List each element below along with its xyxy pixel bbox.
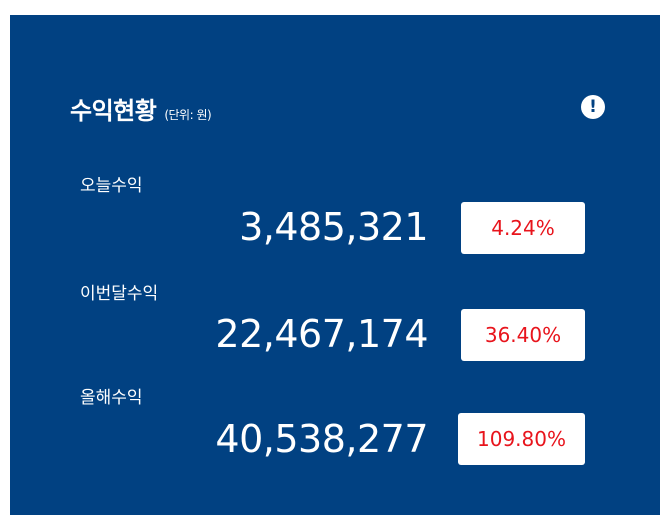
- year-revenue-label: 올해수익: [80, 388, 143, 408]
- year-revenue-value: 40,538,277: [215, 417, 428, 461]
- year-revenue-change-badge: 109.80%: [458, 413, 585, 465]
- month-revenue-label: 이번달수익: [80, 284, 159, 304]
- panel-title: 수익현황: [70, 97, 157, 125]
- month-revenue-change-badge: 36.40%: [461, 309, 585, 361]
- today-revenue-change-badge: 4.24%: [461, 202, 585, 254]
- unit-caption: (단위: 원): [164, 108, 212, 122]
- today-revenue-label: 오늘수익: [80, 176, 143, 196]
- panel-header: 수익현황 (단위: 원): [70, 91, 212, 126]
- revenue-status-panel: 수익현황 (단위: 원) ! 오늘수익 3,485,321 4.24% 이번달수…: [10, 15, 660, 515]
- month-revenue-value: 22,467,174: [215, 312, 428, 356]
- exclamation-icon[interactable]: !: [581, 95, 605, 119]
- today-revenue-value: 3,485,321: [239, 205, 428, 249]
